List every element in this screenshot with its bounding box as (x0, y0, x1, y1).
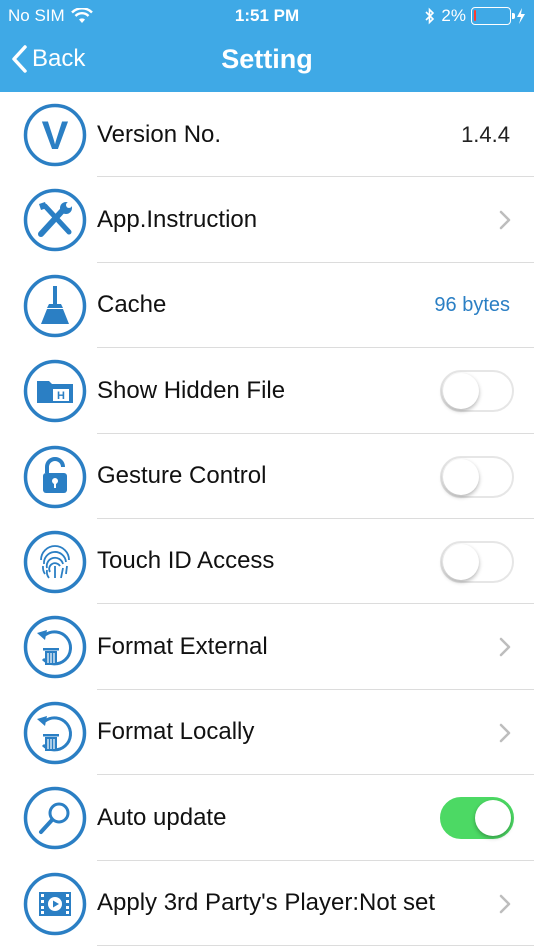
bluetooth-icon (425, 7, 435, 25)
top-bar: No SIM 1:51 PM 2% Back Setting (0, 0, 534, 92)
cache-size-value: 96 bytes (434, 293, 510, 316)
chevron-right-icon (499, 894, 511, 913)
auto-update-toggle[interactable] (440, 797, 514, 840)
gesture-control-toggle[interactable] (440, 455, 514, 498)
svg-text:H: H (57, 390, 65, 402)
row-label: Version No. (97, 120, 222, 148)
settings-row-show-hidden-file: H Show Hidden File (0, 348, 534, 434)
settings-row-auto-update: Auto update (0, 775, 534, 861)
battery-icon (471, 7, 515, 25)
settings-row-gesture-control: Gesture Control (0, 434, 534, 519)
row-label: App.Instruction (97, 205, 258, 233)
svg-text:V: V (42, 114, 69, 158)
lock-icon (23, 445, 87, 508)
status-right: 2% (424, 6, 526, 26)
hidden-folder-icon: H (23, 359, 87, 423)
chevron-right-icon (499, 723, 511, 742)
show-hidden-file-toggle[interactable] (440, 370, 514, 413)
settings-row-app-instruction[interactable]: App.Instruction (0, 177, 534, 263)
row-label: Auto update (97, 803, 227, 831)
charging-bolt-icon (517, 8, 525, 24)
tools-icon (23, 189, 87, 252)
touch-id-toggle[interactable] (440, 540, 514, 583)
settings-row-touch-id: Touch ID Access (0, 519, 534, 605)
row-label: Cache (97, 291, 167, 319)
version-value: 1.4.4 (461, 121, 510, 147)
chevron-right-icon (499, 211, 511, 230)
row-label: Apply 3rd Party's Player:Not set (97, 889, 436, 917)
settings-row-third-party-player[interactable]: Apply 3rd Party's Player:Not set (0, 861, 534, 946)
battery-percent: 2% (441, 6, 466, 25)
row-label: Gesture Control (97, 462, 267, 490)
nav-bar: Back Setting (0, 30, 534, 92)
page-title: Setting (221, 44, 313, 74)
version-v-icon: V (23, 103, 87, 167)
magnifier-icon (23, 786, 87, 850)
row-label: Show Hidden File (97, 376, 286, 404)
film-player-icon (23, 872, 87, 935)
chevron-right-icon (499, 638, 511, 657)
format-trash-icon (23, 701, 87, 764)
settings-list: V Version No. 1.4.4 App.Instruction Cach… (0, 92, 534, 946)
settings-row-format-external[interactable]: Format External (0, 604, 534, 690)
status-bar: No SIM 1:51 PM 2% (0, 0, 534, 30)
fingerprint-icon (23, 530, 87, 594)
format-trash-icon (23, 616, 87, 679)
settings-row-version: V Version No. 1.4.4 (0, 92, 534, 178)
row-label: Format External (97, 632, 268, 660)
settings-row-cache[interactable]: Cache 96 bytes (0, 263, 534, 349)
broom-icon (23, 274, 87, 338)
settings-row-format-locally[interactable]: Format Locally (0, 690, 534, 776)
row-label: Format Locally (97, 718, 255, 746)
row-label: Touch ID Access (97, 547, 275, 575)
